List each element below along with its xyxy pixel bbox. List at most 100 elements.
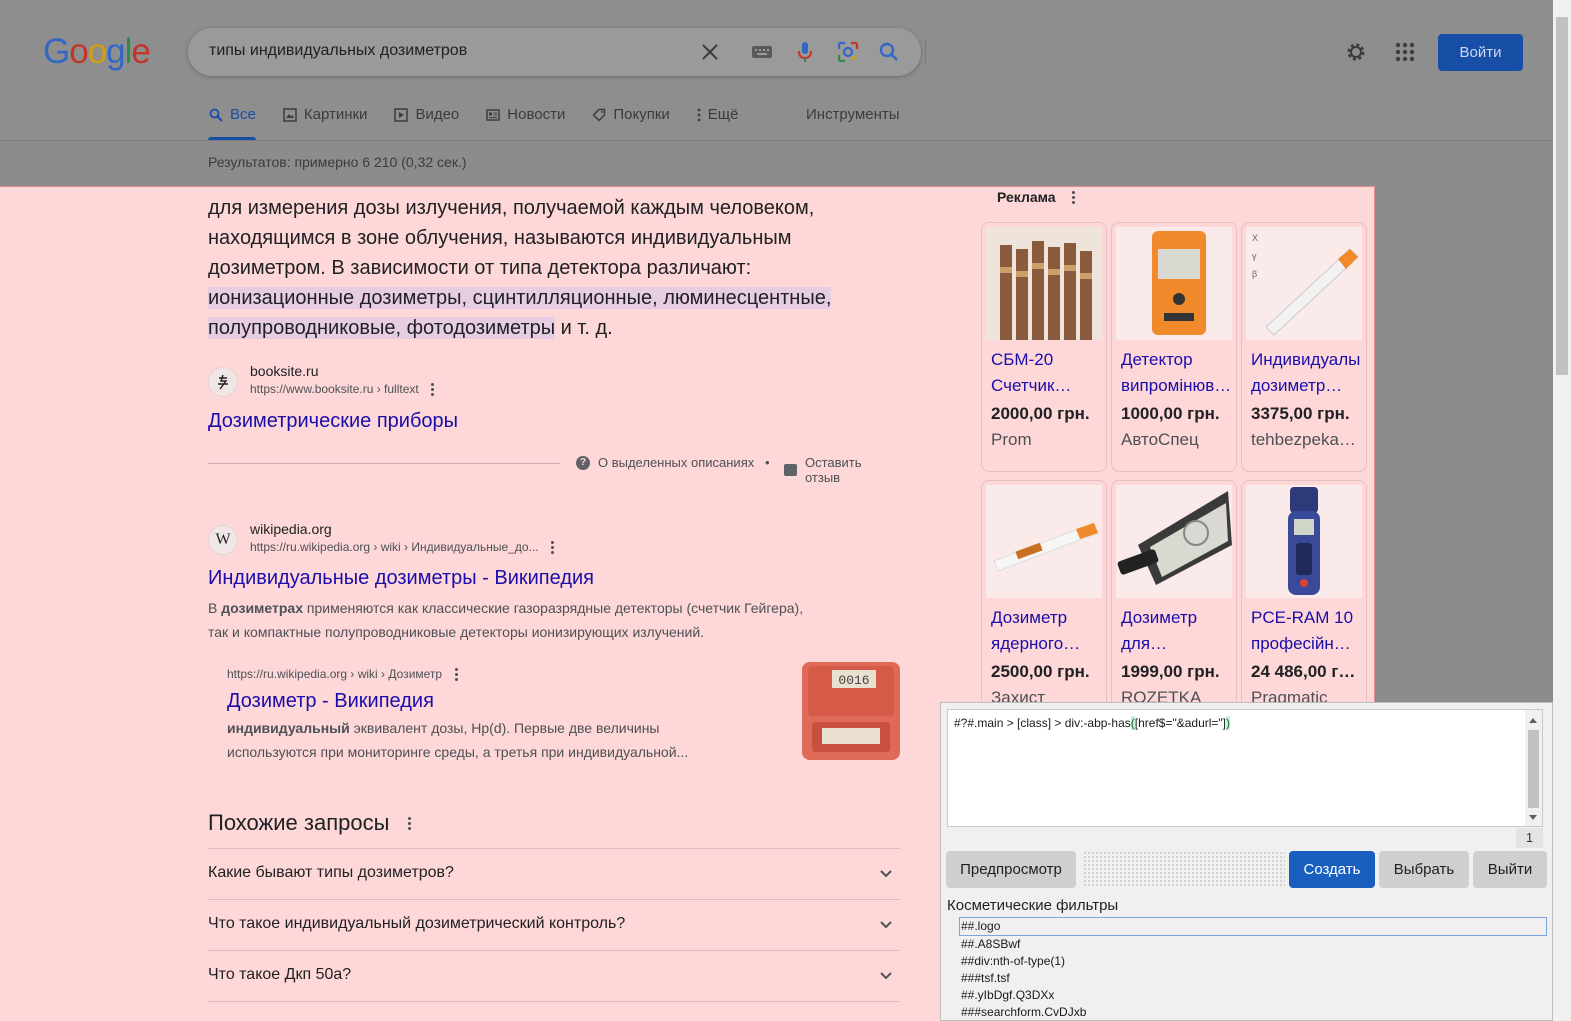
divider <box>208 463 560 464</box>
google-logo[interactable]: Google <box>43 32 151 72</box>
result-source-booksite[interactable]: booksite.ru https://www.booksite.ru › fu… <box>208 362 437 398</box>
more-options-icon[interactable] <box>405 816 413 830</box>
tools-button[interactable]: Инструменты <box>806 106 900 123</box>
subresult-url-row: https://ru.wikipedia.org › wiki › Дозиме… <box>227 665 460 683</box>
video-icon <box>393 107 409 123</box>
more-options-icon[interactable] <box>429 382 437 396</box>
wikipedia-favicon: W <box>208 525 238 555</box>
image-icon <box>282 107 298 123</box>
microphone-icon[interactable] <box>793 40 817 64</box>
exit-button[interactable]: Выйти <box>1473 851 1547 888</box>
filter-textarea[interactable]: #?#.main > [class] > div:-abp-has([href$… <box>947 709 1543 827</box>
ad-title: Дозиметр ядерного… <box>991 608 1081 653</box>
search-icon <box>208 107 224 123</box>
result-stats: Результатов: примерно 6 210 (0,32 сек.) <box>208 154 467 170</box>
thumbnail-display: 0016 <box>838 673 869 688</box>
filter-list-item[interactable]: ##.yIbDgf.Q3DXx <box>961 987 1547 1004</box>
svg-text:γ: γ <box>1252 251 1257 261</box>
subresult-description: индивидуальный эквивалент дозы, Hp(d). П… <box>227 720 689 760</box>
ad-price: 1999,00 грн. <box>1121 662 1220 681</box>
search-icon[interactable] <box>877 40 901 64</box>
tab-images[interactable]: Картинки <box>282 106 367 140</box>
subresult-title-link[interactable]: Дозиметр - Википедия <box>227 688 434 714</box>
more-vert-icon <box>696 107 702 123</box>
more-options-icon[interactable] <box>549 540 557 554</box>
ad-product-card[interactable]: СБМ-20 Счетчик… 2000,00 грн. Prom <box>981 222 1107 472</box>
scroll-down-icon[interactable] <box>1529 815 1537 820</box>
search-query[interactable]: типы индивидуальных дозиметров <box>209 42 467 60</box>
line-count: 1 <box>1516 828 1543 848</box>
featured-snippet-footer: ? О выделенных описаниях • Оставить отзы… <box>208 453 900 485</box>
chevron-down-icon <box>880 870 892 878</box>
filter-code[interactable]: #?#.main > [class] > div:-abp-has([href$… <box>954 716 1231 730</box>
signin-button[interactable]: Войти <box>1438 34 1523 71</box>
site-url: https://www.booksite.ru › fulltext <box>250 382 419 396</box>
related-query-item[interactable]: Что такое Дкп 50а? <box>208 950 900 1001</box>
filter-list-item[interactable]: ##.logo <box>959 917 1547 936</box>
result-source-wikipedia[interactable]: W wikipedia.org https://ru.wikipedia.org… <box>208 520 557 556</box>
scroll-up-icon[interactable] <box>1529 718 1537 723</box>
ad-product-card[interactable]: Дозиметр для… 1999,00 грн. ROZETKA <box>1111 480 1237 730</box>
ad-title: PCE-RAM 10 професійн… <box>1251 608 1354 653</box>
cosmetic-filter-list: ##.logo ##.A8SBwf ##div:nth-of-type(1) #… <box>959 917 1547 1021</box>
more-options-icon[interactable] <box>452 667 460 681</box>
feedback-link[interactable]: Оставить отзыв <box>784 455 900 485</box>
ad-product-card[interactable]: Дозиметр ядерного… 2500,00 грн. Захист <box>981 480 1107 730</box>
page-scrollbar[interactable] <box>1553 0 1571 1021</box>
ad-price: 3375,00 грн. <box>1251 404 1350 423</box>
ad-product-card[interactable]: PCE-RAM 10 професійн… 24 486,00 г… Pragma… <box>1241 480 1367 730</box>
tab-shopping[interactable]: Покупки <box>591 106 670 140</box>
related-query-item[interactable]: Какие бывают типы дозиметров? <box>208 848 900 899</box>
preview-button[interactable]: Предпросмотр <box>946 851 1076 888</box>
select-button[interactable]: Выбрать <box>1379 851 1469 888</box>
result-description: В дозиметрах применяются как классически… <box>208 600 804 640</box>
tab-all[interactable]: Все <box>208 106 256 140</box>
snippet-highlight: ионизационные дозиметры, сцинтилляционны… <box>208 287 832 339</box>
feedback-icon <box>784 464 797 476</box>
filter-list-item[interactable]: ###tsf.tsf <box>961 970 1547 987</box>
bullet-separator: • <box>765 455 770 470</box>
tag-icon <box>591 107 607 123</box>
dosimeter-thumbnail[interactable]: 0016 <box>802 662 900 760</box>
ad-product-card[interactable]: Детектор випромінюв… 1000,00 грн. АвтоСпе… <box>1111 222 1237 472</box>
textarea-scrollbar[interactable] <box>1525 710 1542 826</box>
filter-list-item[interactable]: ###searchform.CvDJxb <box>961 1004 1547 1021</box>
tab-news[interactable]: Новости <box>485 106 565 140</box>
search-divider <box>925 40 926 64</box>
more-options-icon[interactable] <box>1070 190 1078 204</box>
ad-product-image <box>1246 485 1362 598</box>
svg-text:β: β <box>1252 269 1257 279</box>
header-bar: Google типы индивидуальных дозиметров Во… <box>0 0 1553 170</box>
site-name: wikipedia.org <box>250 521 332 537</box>
ad-title: Дозиметр для… <box>1121 608 1198 653</box>
keyboard-icon[interactable] <box>750 40 774 64</box>
about-featured-link[interactable]: ? О выделенных описаниях <box>576 455 754 470</box>
divider <box>208 1001 900 1003</box>
apps-grid-icon[interactable] <box>1391 38 1419 66</box>
scrollbar-thumb[interactable] <box>1528 730 1539 808</box>
ad-product-image <box>1116 485 1232 598</box>
settings-gear-icon[interactable] <box>1342 38 1370 66</box>
filter-list-item[interactable]: ##.A8SBwf <box>961 936 1547 953</box>
search-tabs: Все Картинки Видео Новости Покупки Ещё <box>208 106 764 140</box>
scrollbar-thumb[interactable] <box>1556 17 1568 375</box>
cosmetic-filters-heading: Косметические фильтры <box>947 897 1119 914</box>
search-box[interactable]: типы индивидуальных дозиметров <box>188 28 926 76</box>
filter-list-item[interactable]: ##div:nth-of-type(1) <box>961 953 1547 970</box>
drag-handle[interactable] <box>1083 851 1285 888</box>
site-url: https://ru.wikipedia.org › wiki › Индиви… <box>250 540 539 554</box>
related-query-item[interactable]: Что такое индивидуальный дозиметрический… <box>208 899 900 950</box>
ad-price: 24 486,00 г… <box>1251 662 1356 681</box>
create-button[interactable]: Создать <box>1289 851 1375 888</box>
clear-icon[interactable] <box>698 40 722 64</box>
tab-video[interactable]: Видео <box>393 106 459 140</box>
result-title-link[interactable]: Дозиметрические приборы <box>208 408 458 434</box>
result-title-link[interactable]: Индивидуальные дозиметры - Википедия <box>208 565 594 591</box>
tab-more[interactable]: Ещё <box>696 106 738 140</box>
chevron-down-icon <box>880 972 892 980</box>
booksite-favicon <box>208 367 238 397</box>
site-url: https://ru.wikipedia.org › wiki › Дозиме… <box>227 667 443 681</box>
ad-product-card[interactable]: X γ β Индивидуалы дозиметр… 3375,00 грн. … <box>1241 222 1367 472</box>
related-searches-heading: Похожие запросы <box>208 810 413 836</box>
lens-icon[interactable] <box>836 40 860 64</box>
